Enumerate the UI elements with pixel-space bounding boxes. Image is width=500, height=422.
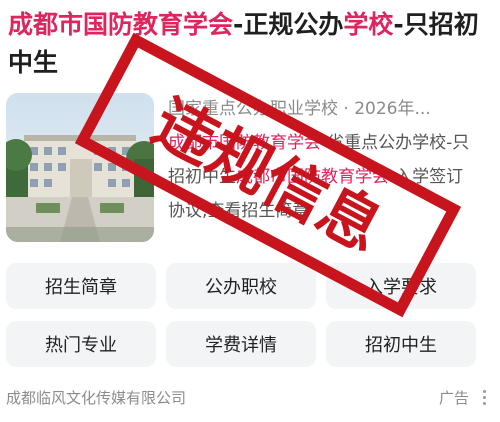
tag-tuition-details[interactable]: 学费详情 — [166, 321, 316, 367]
tag-junior-high-enrollment[interactable]: 招初中生 — [326, 321, 476, 367]
footer-right: 广告 — [439, 387, 490, 408]
tag-popular-majors[interactable]: 热门专业 — [6, 321, 156, 367]
title-part: -正规公办 — [233, 10, 344, 39]
result-footer: 成都临风文化传媒有限公司 广告 — [6, 383, 490, 411]
violation-stamp-overlay: 违规信息 — [58, 32, 478, 318]
more-vertical-icon[interactable] — [479, 389, 490, 405]
advertiser-name[interactable]: 成都临风文化传媒有限公司 — [6, 387, 186, 408]
violation-stamp: 违规信息 — [74, 32, 462, 318]
ad-label: 广告 — [438, 388, 469, 407]
title-part: 学校 — [343, 10, 394, 39]
title-part: 成都市国防教育学会 — [8, 10, 234, 39]
